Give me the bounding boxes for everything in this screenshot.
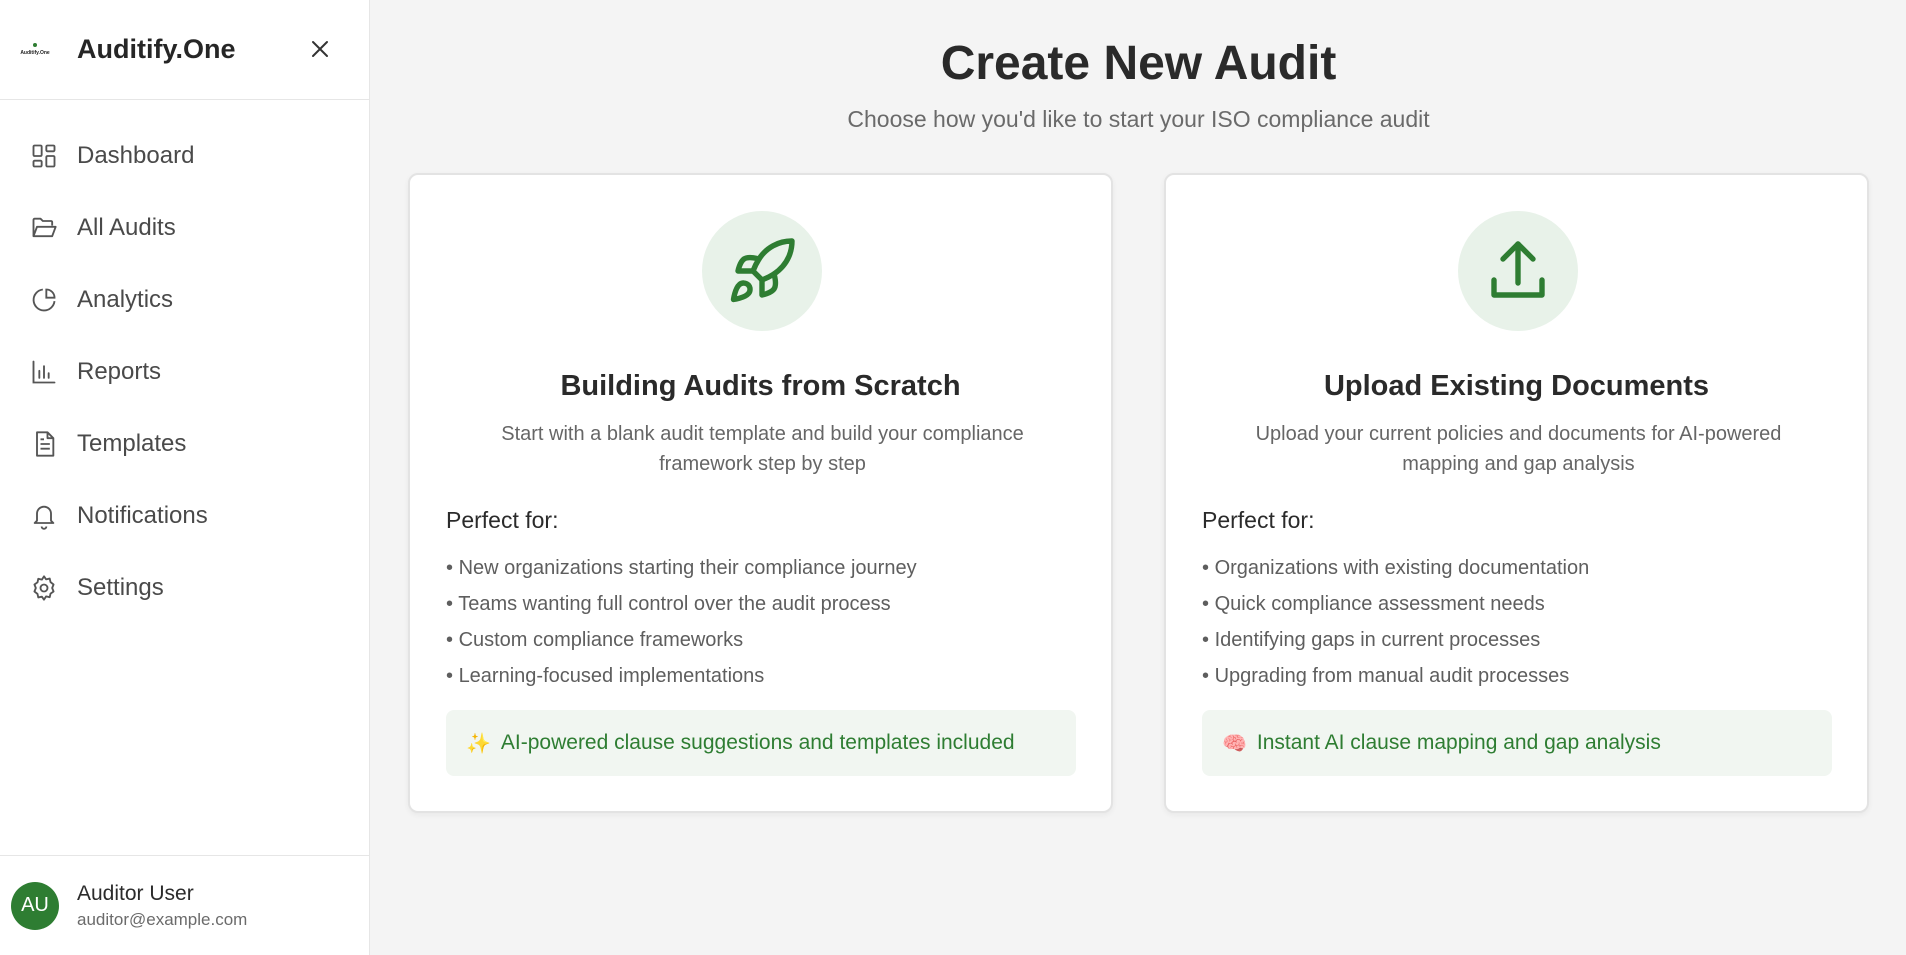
sidebar-nav: Dashboard All Audits Analytics Reports T… (0, 100, 369, 624)
app-name: Auditify.One (77, 34, 236, 64)
callout-text: Instant AI clause mapping and gap analys… (1256, 731, 1661, 754)
sidebar-item-templates[interactable]: Templates (0, 408, 369, 480)
svg-text:Auditify.One: Auditify.One (20, 50, 50, 56)
sidebar-item-notifications[interactable]: Notifications (0, 480, 369, 552)
list-item: Identifying gaps in current processes (1202, 622, 1589, 658)
sidebar-item-label: Reports (77, 358, 162, 385)
card-description: Start with a blank audit template and bu… (501, 423, 1024, 475)
sparkles-icon: ✨ (466, 732, 491, 755)
page-subtitle: Choose how you'd like to start your ISO … (847, 106, 1430, 132)
upload-documents-card[interactable]: Upload Existing Documents Upload your cu… (1164, 173, 1869, 813)
list-item: Teams wanting full control over the audi… (446, 586, 917, 622)
sidebar-item-label: Settings (77, 574, 164, 601)
sidebar-item-label: Dashboard (77, 142, 195, 169)
document-icon (30, 430, 58, 458)
card-description: Upload your current policies and documen… (1255, 423, 1782, 475)
list-item: New organizations starting their complia… (446, 550, 917, 586)
perfect-for-list: Organizations with existing documentatio… (1202, 550, 1590, 694)
avatar: AU (11, 881, 59, 930)
upload-icon (1458, 211, 1578, 331)
user-info: Auditor User auditor@example.com (77, 882, 247, 930)
card-title: Upload Existing Documents (1323, 370, 1710, 402)
perfect-for-list: New organizations starting their complia… (446, 550, 917, 694)
rocket-icon (702, 211, 822, 331)
folder-open-icon (30, 214, 58, 242)
sidebar-item-label: All Audits (77, 214, 176, 241)
bar-chart-icon (30, 358, 58, 386)
sidebar-item-label: Templates (77, 430, 187, 457)
sidebar-item-label: Analytics (77, 286, 174, 313)
perfect-for-label: Perfect for: (1202, 507, 1315, 533)
user-profile[interactable]: AU Auditor User auditor@example.com (0, 855, 369, 955)
bell-icon (30, 502, 58, 530)
list-item: Upgrading from manual audit processes (1202, 658, 1589, 694)
list-item: Quick compliance assessment needs (1202, 586, 1589, 622)
brand-logo[interactable]: Auditify.One (20, 35, 50, 65)
callout-text: AI-powered clause suggestions and templa… (500, 731, 1015, 754)
sidebar-item-reports[interactable]: Reports (0, 336, 369, 408)
sidebar-item-dashboard[interactable]: Dashboard (0, 120, 369, 192)
sidebar: Auditify.One Auditify.One Dashboard All … (0, 0, 370, 955)
list-item: Custom compliance frameworks (446, 622, 917, 658)
perfect-for-label: Perfect for: (446, 507, 559, 533)
ai-feature-callout: ✨ AI-powered clause suggestions and temp… (446, 710, 1076, 776)
list-item: Learning-focused implementations (446, 658, 917, 694)
gear-icon (30, 574, 58, 602)
sidebar-item-all-audits[interactable]: All Audits (0, 192, 369, 264)
dashboard-icon (30, 142, 58, 170)
sidebar-item-settings[interactable]: Settings (0, 552, 369, 624)
page-title: Create New Audit (940, 37, 1337, 90)
user-name: Auditor User (77, 881, 194, 905)
brain-icon: 🧠 (1222, 732, 1247, 755)
main-content: Create New Audit Choose how you'd like t… (371, 0, 1906, 955)
close-sidebar-button[interactable] (305, 34, 335, 64)
sidebar-item-analytics[interactable]: Analytics (0, 264, 369, 336)
close-icon (312, 41, 328, 57)
build-from-scratch-card[interactable]: Building Audits from Scratch Start with … (408, 173, 1113, 813)
card-title: Building Audits from Scratch (560, 370, 961, 402)
ai-feature-callout: 🧠 Instant AI clause mapping and gap anal… (1202, 710, 1832, 776)
pie-chart-icon (30, 286, 58, 314)
brand-header: Auditify.One Auditify.One (0, 0, 369, 100)
user-email: auditor@example.com (77, 909, 248, 929)
sidebar-item-label: Notifications (77, 502, 208, 529)
list-item: Organizations with existing documentatio… (1202, 550, 1590, 586)
